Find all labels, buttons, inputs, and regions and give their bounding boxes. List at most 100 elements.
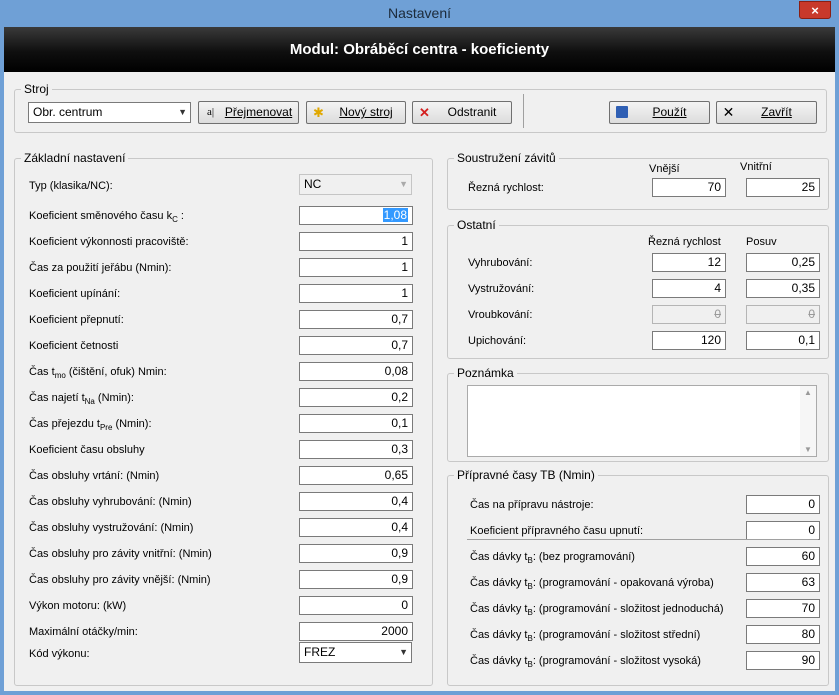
batch-time-field[interactable]: 90: [746, 651, 820, 670]
basic-row-field[interactable]: 0,4: [299, 492, 413, 511]
basic-row-value: 1: [401, 260, 408, 274]
other-legend: Ostatní: [454, 218, 499, 232]
basic-row-field[interactable]: 1,08: [299, 206, 413, 225]
basic-row-field[interactable]: 2000: [299, 622, 413, 641]
note-scrollbar[interactable]: ▲ ▼: [800, 386, 816, 456]
basic-row-field[interactable]: 0,2: [299, 388, 413, 407]
other-feed-col-header: Posuv: [746, 236, 777, 248]
basic-row-label: Koeficient četnosti: [29, 340, 118, 352]
basic-row-label-text: Koeficient směnového času k: [29, 210, 173, 222]
setup-row-field[interactable]: 0: [746, 521, 820, 540]
other-feed-field[interactable]: 0,1: [746, 331, 820, 350]
basic-row-label-text: Čas t: [29, 366, 55, 378]
setup-times-legend: Přípravné časy TB (Nmin): [454, 468, 598, 482]
thread-turning-legend: Soustružení závitů: [454, 151, 559, 165]
chevron-down-icon: ▼: [399, 647, 408, 657]
note-textarea[interactable]: ▲ ▼: [467, 385, 817, 457]
batch-time-label-text: Čas dávky t: [470, 577, 528, 589]
scroll-down-icon[interactable]: ▼: [800, 445, 816, 454]
other-group: Ostatní Řezná rychlost Posuv Vyhrubování…: [447, 218, 829, 359]
window-close-button[interactable]: ×: [799, 1, 831, 19]
batch-time-label: Čas dávky tB: (programování - složitost …: [470, 629, 700, 643]
new-machine-label: Nový stroj: [339, 105, 393, 119]
other-speed-field[interactable]: 120: [652, 331, 726, 350]
apply-label: Použít: [652, 105, 687, 119]
basic-row-label: Výkon motoru: (kW): [29, 600, 126, 612]
basic-row-field[interactable]: 0,65: [299, 466, 413, 485]
title-bar: Nastavení ×: [0, 0, 839, 27]
type-select[interactable]: NC ▼: [299, 174, 412, 195]
batch-time-label: Čas dávky tB: (programování - složitost …: [470, 655, 701, 669]
batch-time-label-text: Čas dávky t: [470, 603, 528, 615]
basic-row-field[interactable]: 0: [299, 596, 413, 615]
basic-row-field[interactable]: 1: [299, 232, 413, 251]
remove-button[interactable]: ✕ Odstranit: [412, 101, 512, 124]
basic-row-label-text: Čas najetí t: [29, 392, 85, 404]
basic-row-label: Čas obsluhy pro závity vnitřní: (Nmin): [29, 548, 212, 560]
chevron-down-icon: ▼: [399, 179, 408, 189]
basic-row-label: Čas obsluhy vrtání: (Nmin): [29, 470, 159, 482]
new-machine-button[interactable]: ✱ Nový stroj: [306, 101, 406, 124]
setup-row-field[interactable]: 0: [746, 495, 820, 514]
close-button[interactable]: ✕ Zavřít: [716, 101, 817, 124]
batch-time-label-text: Čas dávky t: [470, 655, 528, 667]
other-speed-field[interactable]: 4: [652, 279, 726, 298]
toolbar-separator: [523, 94, 524, 128]
batch-time-field[interactable]: 60: [746, 547, 820, 566]
basic-row-label-suffix: (čištění, ofuk) Nmin:: [65, 366, 167, 378]
basic-row-field[interactable]: 1: [299, 258, 413, 277]
scroll-up-icon[interactable]: ▲: [800, 388, 816, 397]
setup-row-label: Čas na přípravu nástroje:: [470, 499, 594, 511]
note-group: Poznámka ▲ ▼: [447, 366, 829, 462]
other-speed-field[interactable]: 12: [652, 253, 726, 272]
window-title: Nastavení: [387, 5, 452, 21]
setup-separator: [467, 539, 818, 540]
basic-row-label-subscript: Na: [84, 397, 95, 407]
batch-time-field[interactable]: 80: [746, 625, 820, 644]
basic-row-field[interactable]: 0,08: [299, 362, 413, 381]
basic-row-value: 0,9: [391, 572, 408, 586]
other-row-label: Vystružování:: [468, 283, 535, 295]
basic-row-field[interactable]: 0,7: [299, 336, 413, 355]
basic-row-value: 0,4: [391, 520, 408, 534]
other-row-label: Vyhrubování:: [468, 257, 533, 269]
basic-row-label-suffix: :: [177, 210, 184, 222]
setup-times-group: Přípravné časy TB (Nmin) Čas na přípravu…: [447, 468, 829, 686]
basic-row-label: Čas obsluhy vystružování: (Nmin): [29, 522, 193, 534]
basic-row-field[interactable]: 1: [299, 284, 413, 303]
other-feed-field: 0: [746, 305, 820, 324]
power-code-select[interactable]: FREZ ▼: [299, 642, 412, 663]
rename-button[interactable]: a| Přejmenovat: [198, 101, 299, 124]
other-speed-field: 0: [652, 305, 726, 324]
apply-button[interactable]: Použít: [609, 101, 710, 124]
basic-row-label: Maximální otáčky/min:: [29, 626, 138, 638]
basic-row-value: 2000: [381, 624, 408, 638]
basic-row-label: Koeficient výkonnosti pracoviště:: [29, 236, 189, 248]
other-feed-field[interactable]: 0,35: [746, 279, 820, 298]
basic-row-label-text: Čas obsluhy pro závity vnitřní: (Nmin): [29, 548, 212, 560]
basic-row-label-text: Maximální otáčky/min:: [29, 626, 138, 638]
basic-row-field[interactable]: 0,7: [299, 310, 413, 329]
basic-row-label-subscript: Pre: [99, 423, 113, 433]
basic-row-value: 0,4: [391, 494, 408, 508]
batch-time-label-text: Čas dávky t: [470, 629, 528, 641]
batch-time-field[interactable]: 70: [746, 599, 820, 618]
basic-row-field[interactable]: 0,4: [299, 518, 413, 537]
basic-row-field[interactable]: 0,3: [299, 440, 413, 459]
basic-row-field[interactable]: 0,9: [299, 570, 413, 589]
batch-time-label: Čas dávky tB: (bez programování): [470, 551, 635, 565]
thread-outer-speed-field[interactable]: 70: [652, 178, 726, 197]
basic-row-field[interactable]: 0,9: [299, 544, 413, 563]
basic-row-value: 0,08: [384, 364, 408, 378]
basic-row-field[interactable]: 0,1: [299, 414, 413, 433]
machine-select[interactable]: Obr. centrum ▼: [28, 102, 191, 123]
note-legend: Poznámka: [454, 366, 517, 380]
rename-label: Přejmenovat: [224, 105, 293, 119]
new-file-icon: ✱: [313, 105, 324, 120]
other-feed-field[interactable]: 0,25: [746, 253, 820, 272]
stroj-legend: Stroj: [21, 82, 52, 96]
basic-row-label-text: Koeficient upínání:: [29, 288, 121, 300]
batch-time-label-text: Čas dávky t: [470, 551, 528, 563]
thread-inner-speed-field[interactable]: 25: [746, 178, 820, 197]
batch-time-field[interactable]: 63: [746, 573, 820, 592]
